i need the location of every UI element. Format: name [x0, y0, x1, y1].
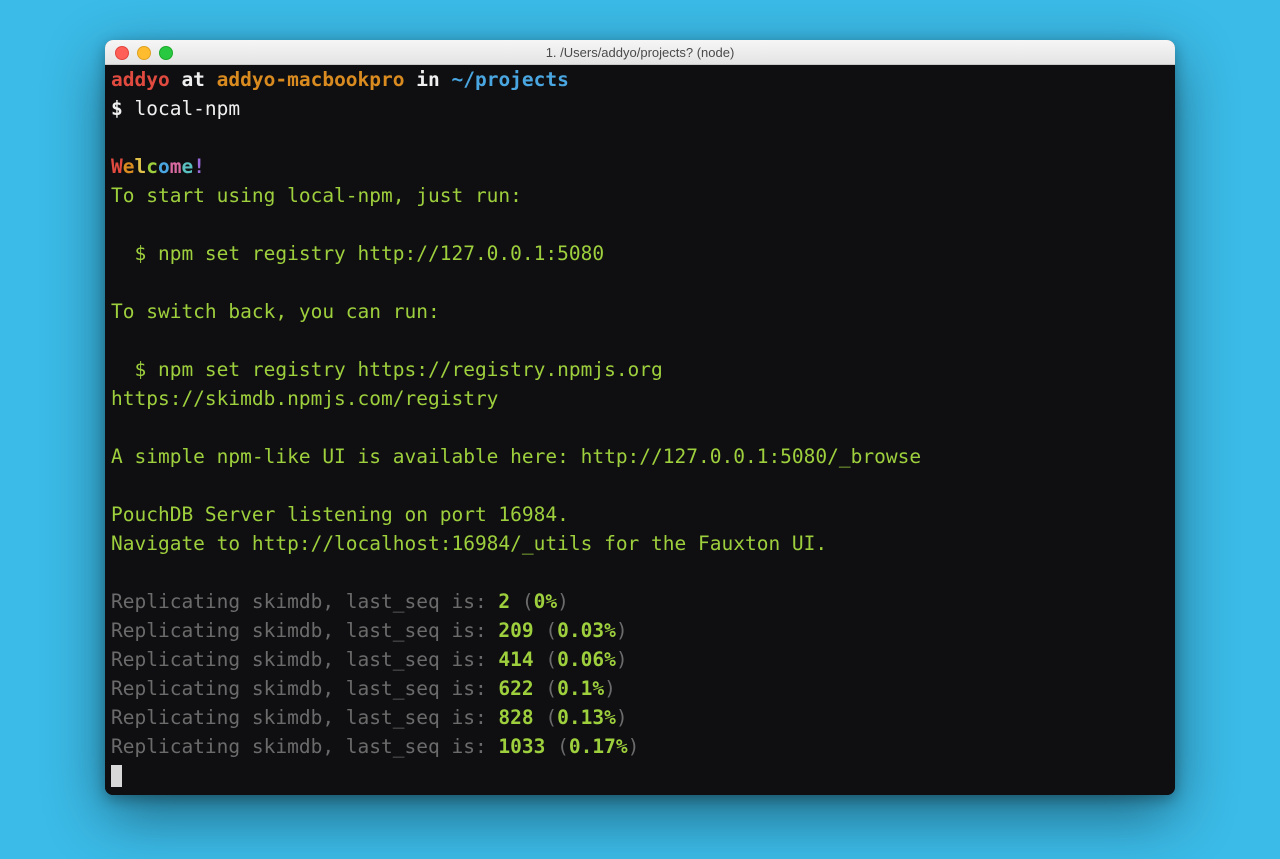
- replication-seq: 2: [498, 590, 510, 613]
- welcome-letter: e: [182, 155, 194, 178]
- welcome-letter: o: [158, 155, 170, 178]
- prompt-at: at: [170, 68, 217, 91]
- prompt-user: addyo: [111, 68, 170, 91]
- replication-paren-open: (: [534, 648, 557, 671]
- replication-paren-open: (: [534, 619, 557, 642]
- replication-seq: 828: [498, 706, 533, 729]
- replication-paren-open: (: [510, 590, 533, 613]
- replication-paren-close: ): [604, 677, 616, 700]
- replication-pct: 0%: [534, 590, 557, 613]
- replication-seq: 622: [498, 677, 533, 700]
- cursor-icon: [111, 765, 122, 787]
- replication-seq: 209: [498, 619, 533, 642]
- replication-prefix: Replicating skimdb, last_seq is:: [111, 735, 498, 758]
- terminal-window: 1. /Users/addyo/projects? (node) addyo a…: [105, 40, 1175, 795]
- replication-seq: 1033: [498, 735, 545, 758]
- replication-block: Replicating skimdb, last_seq is: 2 (0%) …: [111, 590, 639, 758]
- prompt-host: addyo-macbookpro: [217, 68, 405, 91]
- minimize-icon[interactable]: [137, 46, 151, 60]
- traffic-lights: [115, 46, 173, 60]
- window-title: 1. /Users/addyo/projects? (node): [105, 45, 1175, 60]
- replication-paren-close: ): [557, 590, 569, 613]
- terminal-viewport[interactable]: addyo at addyo-macbookpro in ~/projects …: [105, 65, 1175, 795]
- replication-prefix: Replicating skimdb, last_seq is:: [111, 677, 498, 700]
- replication-pct: 0.13%: [557, 706, 616, 729]
- replication-pct: 0.17%: [569, 735, 628, 758]
- replication-prefix: Replicating skimdb, last_seq is:: [111, 648, 498, 671]
- replication-pct: 0.06%: [557, 648, 616, 671]
- replication-paren-close: ): [616, 706, 628, 729]
- replication-prefix: Replicating skimdb, last_seq is:: [111, 619, 498, 642]
- start-using-line: To start using local-npm, just run:: [111, 184, 522, 207]
- close-icon[interactable]: [115, 46, 129, 60]
- welcome-letter: W: [111, 155, 123, 178]
- replication-paren-open: (: [534, 706, 557, 729]
- replication-prefix: Replicating skimdb, last_seq is:: [111, 706, 498, 729]
- prompt-symbol: $: [111, 97, 134, 120]
- welcome-letter: e: [123, 155, 135, 178]
- replication-paren-close: ): [616, 648, 628, 671]
- replication-pct: 0.03%: [557, 619, 616, 642]
- welcome-letter: !: [193, 155, 205, 178]
- fauxton-line: Navigate to http://localhost:16984/_util…: [111, 532, 827, 555]
- replication-paren-open: (: [534, 677, 557, 700]
- replication-pct: 0.1%: [557, 677, 604, 700]
- switch-back-line: To switch back, you can run:: [111, 300, 440, 323]
- titlebar[interactable]: 1. /Users/addyo/projects? (node): [105, 40, 1175, 65]
- zoom-icon[interactable]: [159, 46, 173, 60]
- replication-seq: 414: [498, 648, 533, 671]
- set-registry-local-line: $ npm set registry http://127.0.0.1:5080: [111, 242, 604, 265]
- prompt-in: in: [405, 68, 452, 91]
- pouchdb-line: PouchDB Server listening on port 16984.: [111, 503, 569, 526]
- replication-paren-close: ): [628, 735, 640, 758]
- replication-paren-open: (: [545, 735, 568, 758]
- welcome-letter: m: [170, 155, 182, 178]
- welcome-letter: c: [146, 155, 158, 178]
- welcome-line: Welcome!: [111, 155, 205, 178]
- command-input[interactable]: local-npm: [134, 97, 240, 120]
- browse-ui-line: A simple npm-like UI is available here: …: [111, 445, 921, 468]
- prompt-path: ~/projects: [451, 68, 568, 91]
- replication-prefix: Replicating skimdb, last_seq is:: [111, 590, 498, 613]
- replication-paren-close: ): [616, 619, 628, 642]
- set-registry-npmjs-line: $ npm set registry https://registry.npmj…: [111, 358, 663, 381]
- skimdb-url-line: https://skimdb.npmjs.com/registry: [111, 387, 498, 410]
- welcome-letter: l: [135, 155, 147, 178]
